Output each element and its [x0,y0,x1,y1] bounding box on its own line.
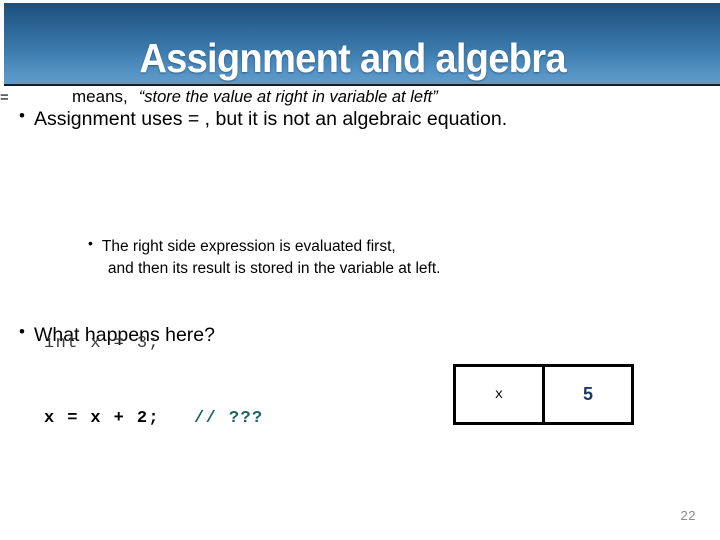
equals-meaning-line: = means, “store the value at right in vari… [0,86,720,109]
code-comment-text: // ??? [194,409,264,428]
sub-bullet-evaluation-order: • The right side expression is evaluated… [88,236,440,280]
code-line-assignment: x = x + 2; // ??? [44,406,264,431]
page-title: Assignment and algebra [139,35,566,81]
memory-variable-name: x [453,364,545,425]
bullet-assignment-uses: • Assignment uses = , but it is not an a… [19,107,507,131]
bullet-point-icon: • [19,322,25,341]
sub-bullet-text: The right side expression is evaluated f… [102,236,441,280]
memory-variable-value: 5 [542,364,634,425]
means-quote-text: “store the value at right in variable at… [138,88,438,106]
equals-symbol: = [0,89,9,106]
table-row: x 5 [453,364,634,425]
slide: Assignment and algebra • Assignment uses… [0,0,720,540]
memory-box-table: x 5 [453,364,634,425]
bullet-point-icon: • [88,235,93,251]
code-snippet: int x = 3; x = x + 2; // ??? [44,281,264,481]
means-label: means, [72,87,128,106]
bullet-assignment-uses-label: Assignment uses = , but it is not an alg… [33,108,508,130]
code-line-assignment-text: x = x + 2; [44,409,161,428]
bullet-point-icon: • [19,106,25,125]
code-line-declaration-text: int x = 3; [44,334,161,353]
code-line-declaration: int x = 3; [44,331,264,356]
sub-bullet-line-2: and then its result is stored in the var… [107,260,441,277]
sub-bullet-line-1: The right side expression is evaluated f… [101,238,396,255]
page-number: 22 [680,508,696,523]
